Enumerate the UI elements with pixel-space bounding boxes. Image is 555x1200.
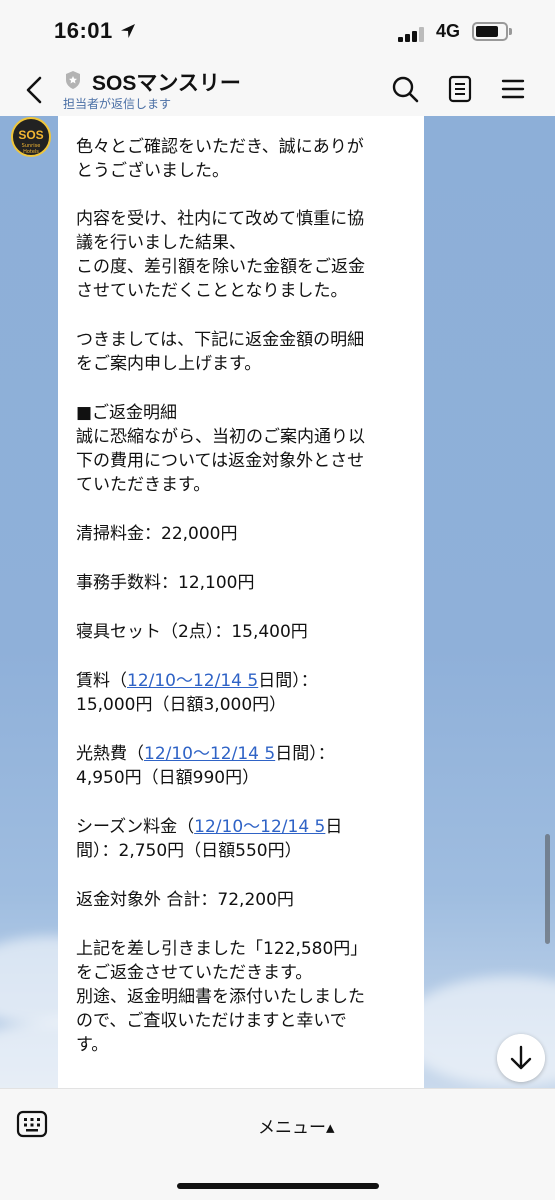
message-text-segment: 上記を差し引きました「122,580円」 [76, 939, 368, 959]
scrollbar[interactable] [545, 834, 550, 944]
message-text-segment: シーズン料金（ [76, 817, 195, 837]
message-line: 光熱費（12/10〜12/14 5日間）： [76, 742, 335, 766]
message-line: つきましては、下記に返金金額の明細 [76, 328, 364, 352]
message-line: 上記を差し引きました「122,580円」 [76, 937, 367, 961]
message-text-segment: とうございました。 [76, 161, 229, 181]
home-indicator[interactable] [177, 1183, 379, 1189]
location-arrow-icon [121, 24, 135, 38]
chat-header: SOSマンスリー 担当者が返信します [0, 62, 555, 116]
message-line: 間）：2,750円（日額550円） [76, 839, 302, 863]
message-line: ■ご返金明細 [76, 401, 177, 425]
message-line: シーズン料金（12/10〜12/14 5日 [76, 815, 342, 839]
message-text-segment: 下の費用については返金対象外とさせ [76, 451, 365, 471]
message-text-segment: す。 [76, 1035, 109, 1055]
message-line: 寝具セット（2点）：15,400円 [76, 620, 308, 644]
chat-subtitle: 担当者が返信します [63, 97, 172, 111]
message-text-segment: 日 [325, 817, 343, 837]
keyboard-button[interactable] [15, 1107, 49, 1141]
message-text-segment: 事務手数料：12,100円 [76, 573, 255, 593]
message-line: 賃料（12/10〜12/14 5日間）： [76, 669, 318, 693]
message-text-segment: 別途、返金明細書を添付いたしました [76, 987, 365, 1007]
chat-title: SOSマンスリー [92, 72, 241, 95]
verified-shield-icon [66, 71, 80, 89]
message-line: ていただきます。 [76, 473, 210, 497]
message-line: 事務手数料：12,100円 [76, 571, 254, 595]
message-text-segment: 4,950円（日額990円） [76, 768, 260, 788]
menu-hamburger-button[interactable] [496, 72, 530, 106]
message-line: この度、差引額を除いた金額をご返金 [76, 255, 365, 279]
scroll-to-bottom-button[interactable] [497, 1034, 545, 1082]
message-text-segment: をご返金させていただきます。 [76, 963, 313, 983]
search-button[interactable] [388, 72, 422, 106]
message-text-segment: つきましては、下記に返金金額の明細 [76, 330, 365, 350]
message-text-segment: させていただくこととなりました。 [76, 281, 348, 301]
message-line: をご案内申し上げます。 [76, 352, 261, 376]
message-text-segment: 誠に恐縮ながら、当初のご案内通り以 [76, 427, 365, 447]
message-text-segment: 日間）： [275, 744, 335, 764]
message-text-segment: をご案内申し上げます。 [76, 354, 262, 374]
sender-avatar[interactable]: SOS Sunrise Hotels [11, 117, 51, 157]
message-line: 清掃料金：22,000円 [76, 522, 237, 546]
message-line: 下の費用については返金対象外とさせ [76, 449, 364, 473]
message-text-segment: 清掃料金：22,000円 [76, 524, 238, 544]
message-text-segment: 返金対象外 合計：72,200円 [76, 890, 294, 910]
message-line: す。 [76, 1033, 108, 1057]
message-text-segment: ■ご返金明細 [76, 403, 178, 423]
date-range-link[interactable]: 12/10〜12/14 5 [127, 671, 258, 691]
avatar-logo-text: SOS [18, 128, 44, 142]
menu-button[interactable]: メニュー▴ [258, 1113, 335, 1138]
message-text-segment: ていただきます。 [76, 475, 211, 495]
message-text-segment: 色々とご確認をいただき、誠にありが [76, 137, 364, 157]
avatar-logo-subtext: Sunrise Hotels [21, 143, 41, 155]
network-type: 4G [436, 21, 461, 41]
message-text-segment: 内容を受け、社内にて改めて慎重に協 [76, 209, 365, 229]
message-line: させていただくこととなりました。 [76, 279, 348, 303]
message-line: とうございました。 [76, 159, 229, 183]
message-line: 内容を受け、社内にて改めて慎重に協 [76, 207, 364, 231]
message-line: ので、ご査収いただけますと幸いで [76, 1009, 347, 1033]
message-text-segment: 寝具セット（2点）：15,400円 [76, 622, 308, 642]
status-bar: 16:01 4G [0, 0, 555, 62]
cellular-signal-icon [398, 26, 428, 42]
message-text-segment: ので、ご査収いただけますと幸いで [76, 1011, 347, 1031]
chat-area[interactable]: SOS Sunrise Hotels 色々とご確認をいただき、誠にありが とうござ… [0, 116, 555, 1088]
message-line: 返金対象外 合計：72,200円 [76, 888, 294, 912]
back-button[interactable] [18, 70, 52, 110]
message-text-segment: 間）：2,750円（日額550円） [76, 841, 302, 861]
message-text-segment: 賃料（ [76, 671, 127, 691]
message-line: 別途、返金明細書を添付いたしました [76, 985, 365, 1009]
message-text-segment: この度、差引額を除いた金額をご返金 [76, 257, 365, 277]
date-range-link[interactable]: 12/10〜12/14 5 [144, 744, 275, 764]
message-line: 誠に恐縮ながら、当初のご案内通り以 [76, 425, 365, 449]
message-line: をご返金させていただきます。 [76, 961, 312, 985]
message-text-segment: 15,000円（日額3,000円） [76, 695, 287, 715]
status-time: 16:01 [54, 18, 113, 43]
message-text-segment: 日間）： [258, 671, 318, 691]
message-line: 議を行いました結果、 [76, 231, 246, 255]
battery-icon [472, 22, 512, 41]
message-text-segment: 議を行いました結果、 [76, 233, 246, 253]
message-text-segment: 光熱費（ [76, 744, 144, 764]
notes-button[interactable] [443, 72, 477, 106]
message-line: 15,000円（日額3,000円） [76, 693, 286, 717]
message-line: 4,950円（日額990円） [76, 766, 259, 790]
message-line: 色々とご確認をいただき、誠にありが [76, 135, 364, 159]
date-range-link[interactable]: 12/10〜12/14 5 [194, 817, 325, 837]
